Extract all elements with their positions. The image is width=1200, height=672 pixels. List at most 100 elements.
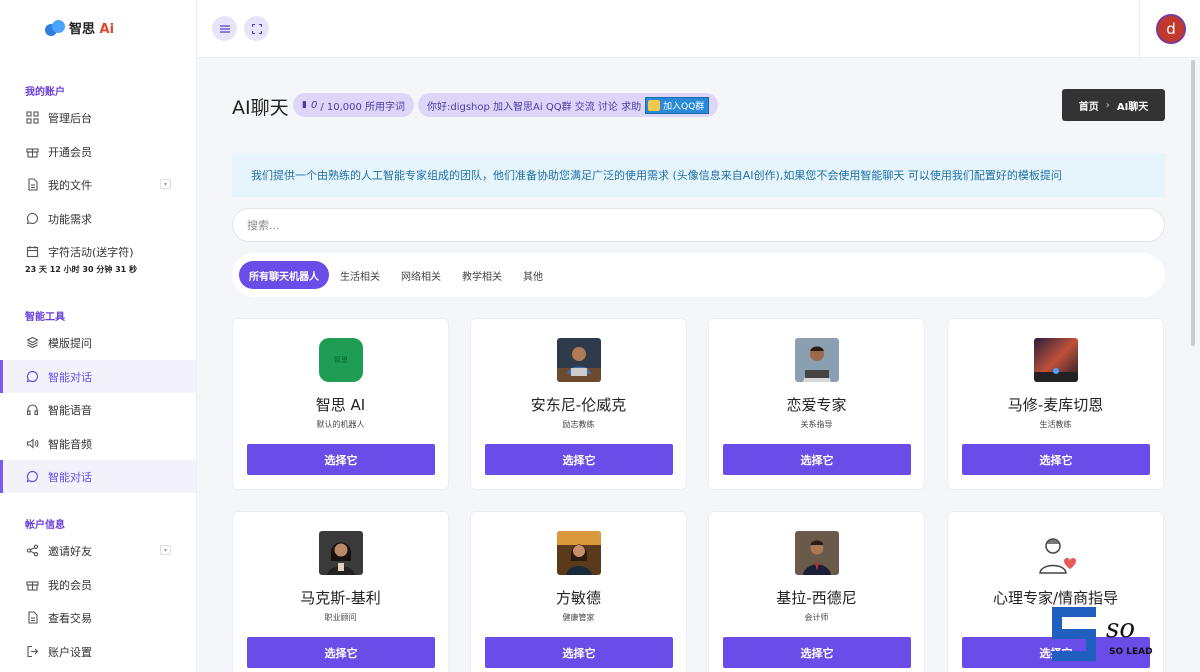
sidebar-item-label: 我的文件 [48, 178, 92, 192]
chevron-down-icon[interactable]: ▾ [160, 545, 171, 555]
sidebar-item-label: 智能音频 [48, 437, 92, 451]
sidebar-item-label: 查看交易 [48, 611, 92, 625]
bot-name: 恋爱专家 [786, 396, 847, 414]
sidebar: 智思 Ai 我的账户 管理后台 开通会员 我的文件 ▾ 功能需求 字符活动(送字… [0, 0, 197, 672]
bot-name: 马克斯-基利 [300, 589, 381, 607]
select-bot-button[interactable]: 选择它 [247, 444, 435, 475]
bot-avatar [557, 531, 601, 575]
bot-card: 方敏德 健康管家 选择它 [470, 511, 687, 672]
qq-group-badge: 你好:digshop 加入智思Ai QQ群 交流 讨论 求助 加入QQ群 [418, 93, 719, 117]
gift-icon [25, 578, 39, 592]
bot-card: 马修-麦库切恩 生活教练 选择它 [947, 318, 1164, 490]
tab-network[interactable]: 网络相关 [391, 261, 451, 289]
scrollbar-thumb[interactable] [1191, 60, 1195, 346]
speaker-icon [25, 437, 39, 451]
info-notice: 我们提供一个由熟练的人工智能专家组成的团队，他们准备协助您满足广泛的使用需求 (… [232, 153, 1165, 197]
fullscreen-button[interactable] [244, 16, 269, 41]
divider [1139, 0, 1140, 58]
sidebar-item-smart-chat-2[interactable]: 智能对话 [0, 460, 196, 493]
sidebar-item-account-settings[interactable]: 账户设置 [0, 635, 196, 668]
select-bot-button[interactable]: 选择它 [485, 637, 673, 668]
bot-avatar [795, 338, 839, 382]
sidebar-item-label: 字符活动(送字符) [48, 245, 134, 259]
qq-group-text: 你好:digshop 加入智思Ai QQ群 交流 讨论 求助 [427, 101, 642, 113]
bot-name: 安东尼-伦威克 [530, 396, 627, 414]
bot-name: 基拉-西德尼 [776, 589, 857, 607]
section-smart-tools: 智能工具 [25, 312, 65, 323]
sidebar-item-label: 开通会员 [48, 145, 92, 159]
top-bar: d [197, 0, 1200, 58]
breadcrumb-home[interactable]: 首页 [1079, 98, 1099, 113]
document-icon [25, 611, 39, 625]
tab-other[interactable]: 其他 [513, 261, 553, 289]
sidebar-item-smart-audio[interactable]: 智能音频 [0, 427, 196, 460]
sidebar-item-label: 智能语音 [48, 403, 92, 417]
tab-teaching[interactable]: 教学相关 [452, 261, 512, 289]
page-title: AI聊天 [232, 97, 289, 119]
join-qq-button[interactable]: 加入QQ群 [645, 96, 710, 114]
sidebar-item-smart-chat[interactable]: 智能对话 [0, 360, 196, 393]
bot-avatar [557, 338, 601, 382]
bot-card: 基拉-西德尼 会计师 选择它 [708, 511, 925, 672]
sidebar-item-label: 智能对话 [48, 470, 92, 484]
usage-count: 0 [310, 99, 318, 111]
bot-role: 生活教练 [1039, 420, 1072, 429]
fullscreen-icon [251, 23, 262, 34]
hamburger-icon [219, 24, 230, 33]
headphones-icon [25, 403, 39, 417]
layers-icon [25, 336, 39, 350]
logout-icon [25, 645, 39, 659]
sidebar-item-label: 我的会员 [48, 578, 92, 592]
app-logo[interactable]: 智思 Ai [45, 18, 114, 37]
breadcrumb-separator: › [1105, 99, 1110, 111]
brand-name: 智思 [69, 22, 96, 37]
sidebar-item-label: 管理后台 [48, 111, 92, 125]
watermark-logo: so SO LEAD [1050, 605, 1160, 665]
sidebar-item-label: 智能对话 [48, 370, 92, 384]
chevron-down-icon[interactable]: ▾ [160, 179, 171, 189]
breadcrumb: 首页 › AI聊天 [1062, 89, 1165, 121]
sidebar-item-label: 功能需求 [48, 212, 92, 226]
sidebar-item-label: 账户设置 [48, 645, 92, 659]
file-icon [25, 178, 39, 192]
tab-all-bots[interactable]: 所有聊天机器人 [239, 261, 329, 289]
user-avatar[interactable]: d [1156, 14, 1186, 44]
select-bot-button[interactable]: 选择它 [723, 444, 911, 475]
sidebar-item-template-questions[interactable]: 模版提问 [0, 326, 196, 359]
menu-toggle-button[interactable] [212, 16, 237, 41]
cloud-logo-icon [45, 19, 65, 36]
chat-icon [25, 370, 39, 384]
sidebar-item-membership[interactable]: 开通会员 [0, 135, 196, 168]
sidebar-item-label: 模版提问 [48, 336, 92, 350]
bot-name: 方敏德 [555, 589, 601, 607]
bot-role: 关系指导 [800, 420, 833, 429]
grid-icon [25, 111, 39, 125]
sidebar-item-transactions[interactable]: 查看交易 [0, 601, 196, 634]
sidebar-item-admin[interactable]: 管理后台 [0, 101, 196, 134]
bot-role: 会计师 [804, 613, 829, 622]
qq-icon [648, 99, 661, 111]
watermark-text: SO LEAD [1109, 647, 1153, 657]
sidebar-item-smart-voice[interactable]: 智能语音 [0, 393, 196, 426]
sidebar-item-my-files[interactable]: 我的文件 ▾ [0, 168, 196, 201]
bot-name: 智思 AI [315, 396, 366, 414]
bot-avatar [795, 531, 839, 575]
bot-avatar: 智思 [319, 338, 363, 382]
select-bot-button[interactable]: 选择它 [962, 444, 1150, 475]
bot-card: 恋爱专家 关系指导 选择它 [708, 318, 925, 490]
search-input[interactable] [232, 208, 1165, 242]
chat-icon [25, 212, 39, 226]
countdown-timer: 23 天 12 小时 30 分钟 31 秒 [25, 265, 138, 274]
sidebar-item-feature-request[interactable]: 功能需求 [0, 202, 196, 235]
section-my-account: 我的账户 [25, 87, 65, 98]
bot-role: 默认的机器人 [316, 420, 365, 429]
sidebar-item-my-membership[interactable]: 我的会员 [0, 568, 196, 601]
sidebar-item-invite-friends[interactable]: 邀请好友 ▾ [0, 534, 196, 567]
select-bot-button[interactable]: 选择它 [485, 444, 673, 475]
select-bot-button[interactable]: 选择它 [723, 637, 911, 668]
bot-name: 马修-麦库切恩 [1007, 396, 1104, 414]
select-bot-button[interactable]: 选择它 [247, 637, 435, 668]
chat-icon [25, 470, 39, 484]
svg-text:so: so [1106, 614, 1135, 644]
tab-life[interactable]: 生活相关 [330, 261, 390, 289]
